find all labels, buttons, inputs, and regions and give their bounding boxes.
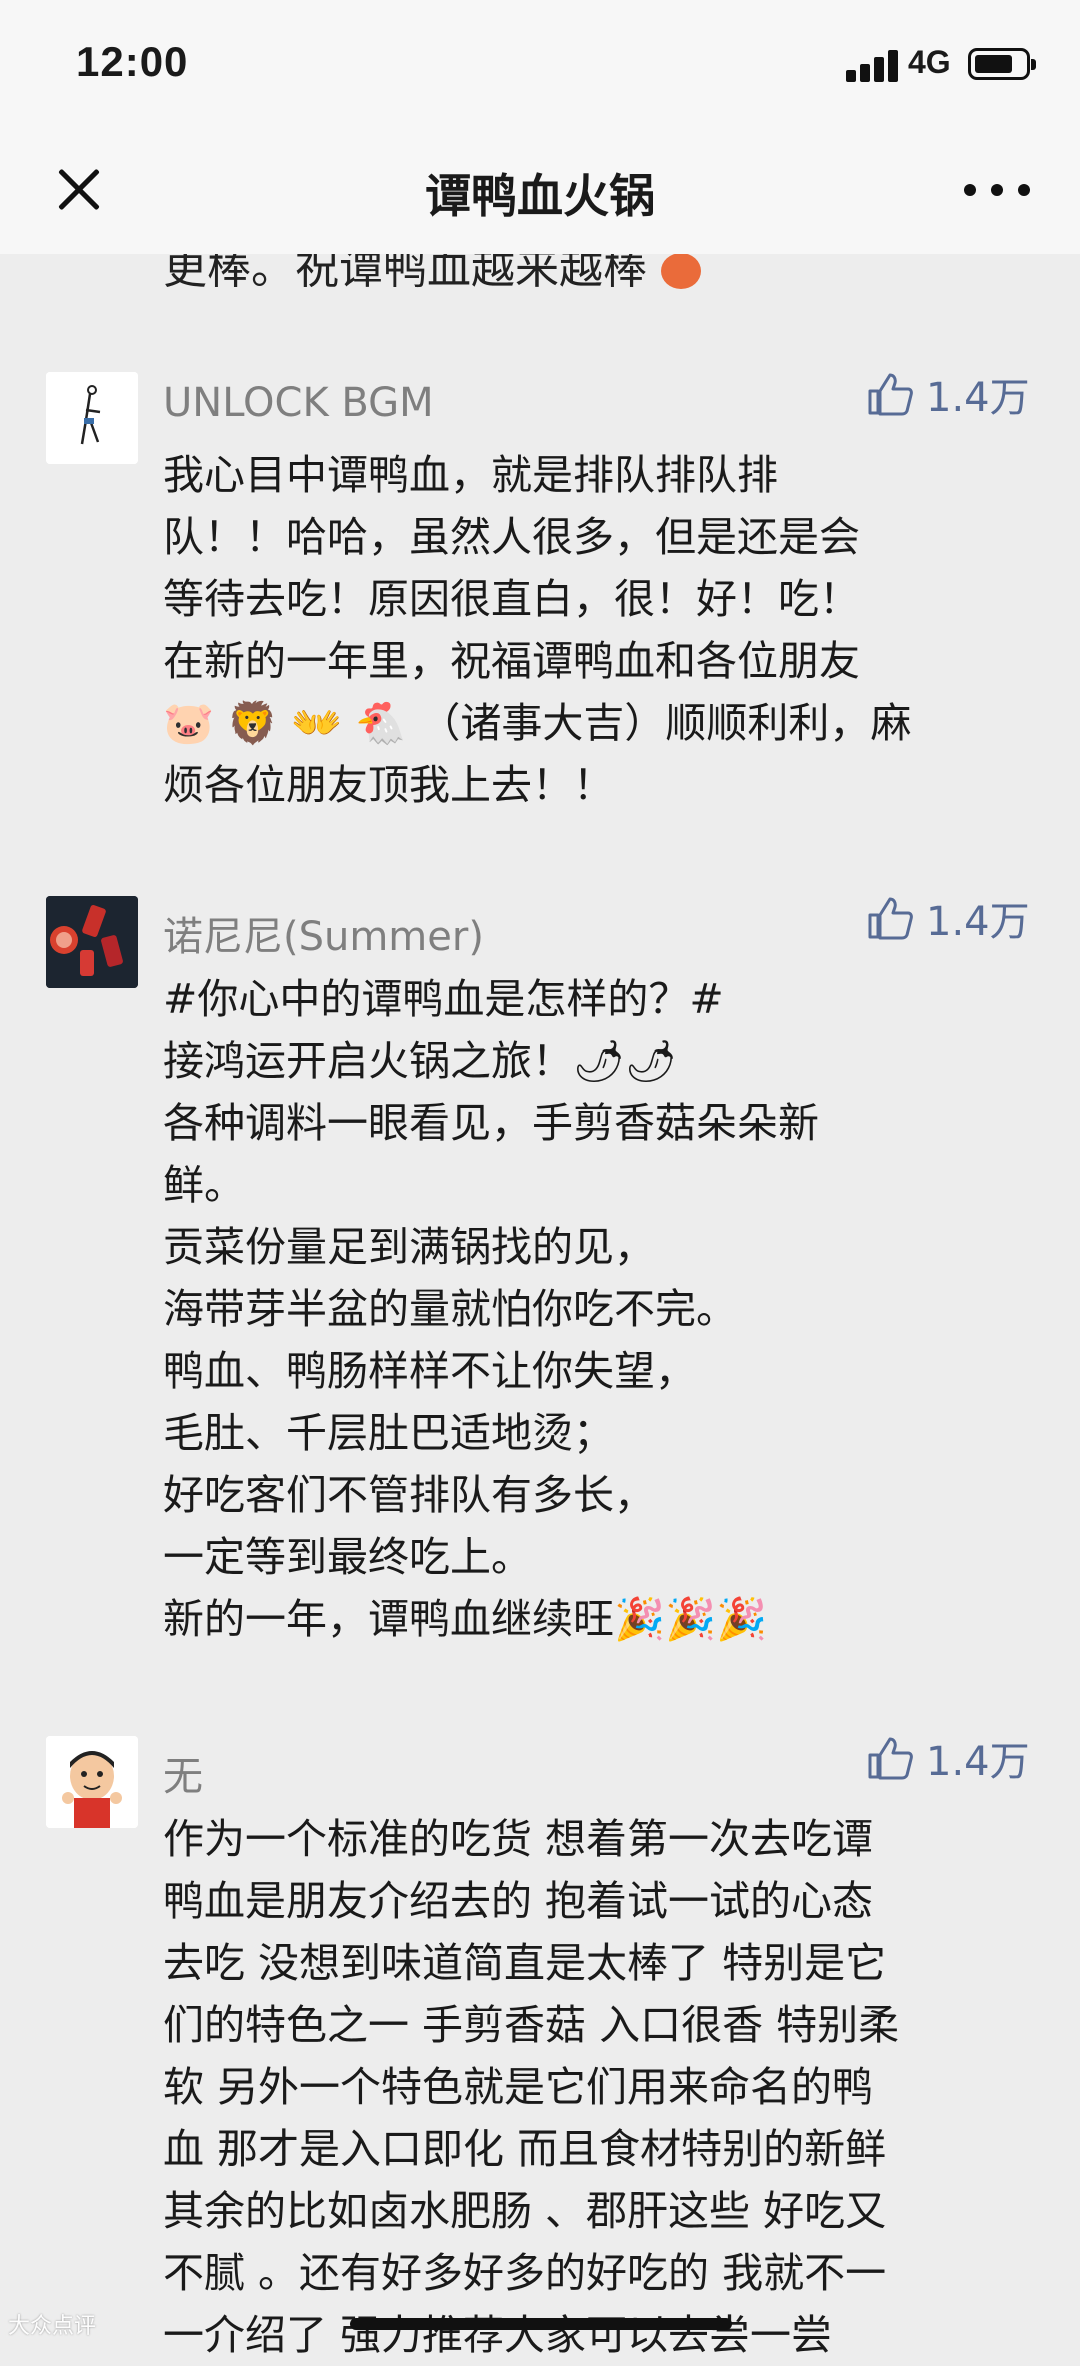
comment-username: 无 — [163, 1754, 203, 1800]
heart-emoji-icon — [661, 253, 701, 289]
thumbs-up-icon — [868, 373, 913, 416]
comment-username: 诺尼尼(Summer) — [163, 914, 484, 960]
like-button[interactable]: 1.4万 — [866, 890, 1030, 946]
comment-username: UNLOCK BGM — [163, 380, 434, 426]
avatar[interactable] — [46, 896, 138, 988]
comment-text: 我心目中谭鸭血，就是排队排队排 队！！哈哈，虽然人很多，但是还是会 等待去吃！原… — [163, 451, 912, 809]
avatar[interactable] — [46, 1736, 138, 1828]
like-button[interactable]: 1.4万 — [866, 1730, 1030, 1786]
avatar[interactable] — [46, 372, 138, 464]
page-title: 谭鸭血火锅 — [425, 169, 655, 223]
thumbs-up-icon — [868, 897, 913, 940]
comment-text: #你心中的谭鸭血是怎样的？# 接鸿运开启火锅之旅！🌶🌶 各种调料一眼看见，手剪香… — [163, 975, 819, 1643]
like-count: 1.4万 — [926, 375, 1030, 421]
home-indicator[interactable] — [350, 2318, 732, 2330]
network-type: 4G — [908, 44, 951, 80]
watermark: 大众点评 — [8, 2314, 97, 2339]
status-time: 12:00 — [76, 38, 189, 85]
thumbs-up-icon — [868, 1737, 913, 1780]
top-bar: 12:00 4G 谭鸭血火锅 — [0, 0, 1080, 254]
signal-icon — [846, 48, 902, 82]
like-button[interactable]: 1.4万 — [866, 366, 1030, 422]
battery-icon — [968, 48, 1036, 80]
more-options-icon[interactable] — [964, 172, 1034, 206]
like-count: 1.4万 — [926, 1739, 1030, 1785]
comment-text: 作为一个标准的吃货 想着第一次去吃谭 鸭血是朋友介绍去的 抱着试一试的心态 去吃… — [163, 1815, 900, 2359]
like-count: 1.4万 — [926, 899, 1030, 945]
